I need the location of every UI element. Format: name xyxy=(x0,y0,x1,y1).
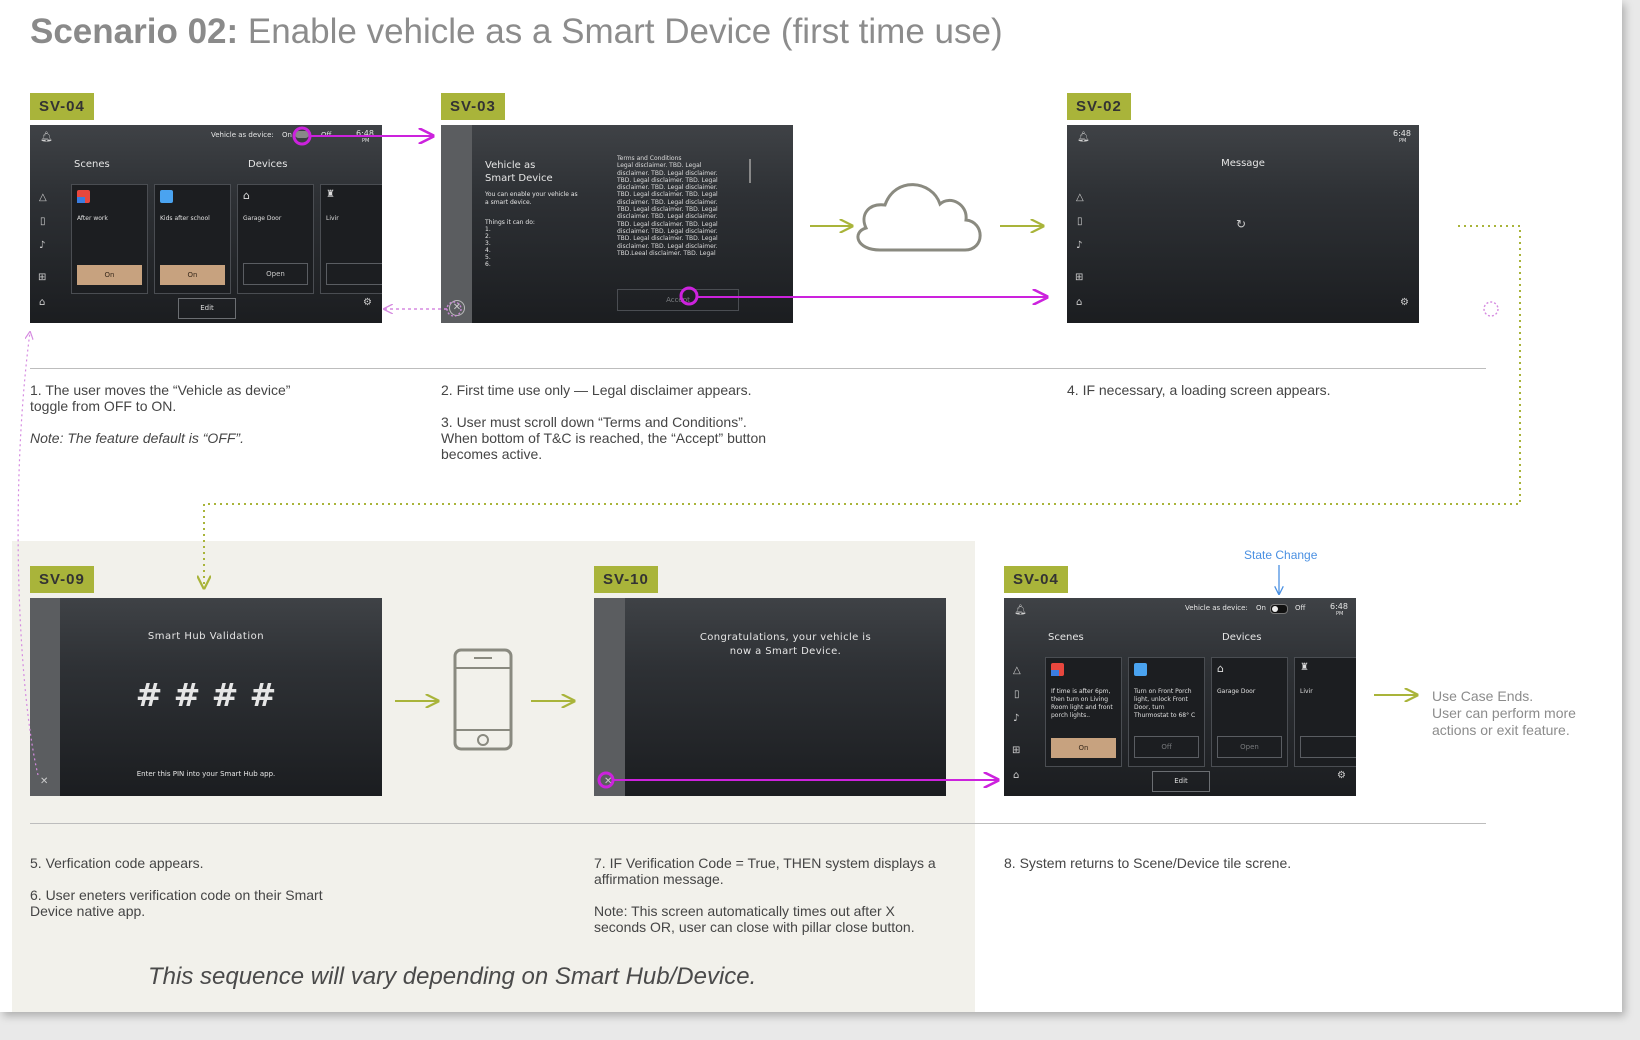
caption-step-7: 7. IF Verification Code = True, THEN sys… xyxy=(594,855,936,935)
state-change-label: State Change xyxy=(1244,548,1318,562)
use-case-end-note: Use Case Ends. User can perform more actio… xyxy=(1432,688,1576,738)
caption-step-8: 8. System returns to Scene/Device tile s… xyxy=(1004,855,1292,871)
caption-step-5-6: 5. Verfication code appears. 6. User ene… xyxy=(30,855,323,919)
caption-step-4: 4. IF necessary, a loading screen appear… xyxy=(1067,382,1331,398)
sequence-variation-note: This sequence will vary depending on Sma… xyxy=(148,963,757,990)
touch-point-close xyxy=(597,771,615,789)
touch-point-toggle xyxy=(292,126,312,146)
storyboard-sheet: Scenario 02: Enable vehicle as a Smart D… xyxy=(0,0,1622,1012)
touch-point-accept xyxy=(679,286,699,306)
cloud-icon xyxy=(856,183,982,252)
section-divider xyxy=(30,823,1486,824)
caption-step-1: 1. The user moves the “Vehicle as device… xyxy=(30,382,291,446)
caption-step-2-3: 2. First time use only — Legal disclaime… xyxy=(441,382,767,462)
section-divider xyxy=(30,368,1486,369)
